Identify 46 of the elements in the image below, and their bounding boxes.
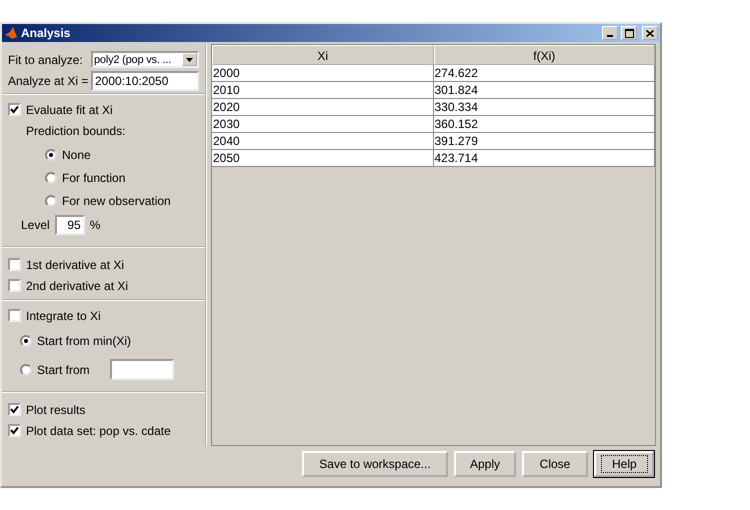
table-cell: 2050 [212, 150, 434, 167]
fit-dropdown[interactable]: poly2 (pop vs. ... [91, 51, 199, 68]
radio-label: Start from min(Xi) [37, 334, 132, 348]
plot-label: Plot data set: pop vs. cdate [26, 424, 171, 438]
plot-label: Plot results [26, 402, 86, 416]
close-button[interactable] [642, 26, 658, 40]
minimize-button[interactable] [602, 26, 618, 40]
radio-label: None [62, 148, 91, 162]
evaluate-label: Evaluate fit at Xi [26, 102, 113, 116]
level-input-field[interactable]: 95 [54, 214, 85, 234]
bounds-label: Prediction bounds: [25, 123, 126, 140]
dialog-button[interactable]: Save to workspace... [302, 451, 448, 477]
radio-button[interactable] [20, 364, 32, 376]
maximize-icon [624, 28, 634, 38]
window-title: Analysis [21, 26, 70, 40]
derivative-label: 1st derivative at Xi [26, 258, 124, 272]
plot-checkbox[interactable] [8, 403, 21, 416]
radio-label: For new observation [62, 194, 171, 208]
dialog-button[interactable]: Help [594, 451, 654, 477]
xi-label: Analyze at Xi = [8, 74, 88, 88]
percent-label: % [90, 218, 100, 232]
radio-button[interactable] [45, 172, 57, 184]
derivative-checkbox[interactable] [8, 279, 21, 292]
derivative-label: 2nd derivative at Xi [26, 278, 128, 292]
derivative-checkbox[interactable] [8, 258, 21, 271]
plot-checkbox[interactable] [8, 424, 21, 437]
start-input-field[interactable] [110, 359, 174, 380]
level-label: Level [21, 218, 50, 232]
radio-label: Start from [37, 362, 91, 376]
column-header[interactable]: f(Xi) [434, 45, 655, 65]
dialog-button[interactable]: Apply [454, 451, 516, 477]
maximize-button[interactable] [621, 26, 637, 40]
fit-label: Fit to analyze: [8, 52, 83, 66]
integrate-checkbox[interactable] [8, 309, 21, 322]
radio-button[interactable] [45, 148, 57, 160]
table-cell: 423.714 [434, 150, 655, 167]
radio-label: For function [62, 170, 126, 184]
close-icon [646, 30, 654, 36]
xi-input-field[interactable]: 2000:10:2050 [91, 70, 199, 90]
dialog-button[interactable]: Close [522, 451, 588, 477]
integrate-label: Integrate to Xi [26, 308, 101, 322]
evaluate-checkbox[interactable] [8, 103, 21, 116]
column-header[interactable]: Xi [212, 45, 434, 65]
radio-button[interactable] [45, 194, 57, 206]
radio-button[interactable] [20, 334, 32, 346]
logo-icon [4, 26, 18, 40]
